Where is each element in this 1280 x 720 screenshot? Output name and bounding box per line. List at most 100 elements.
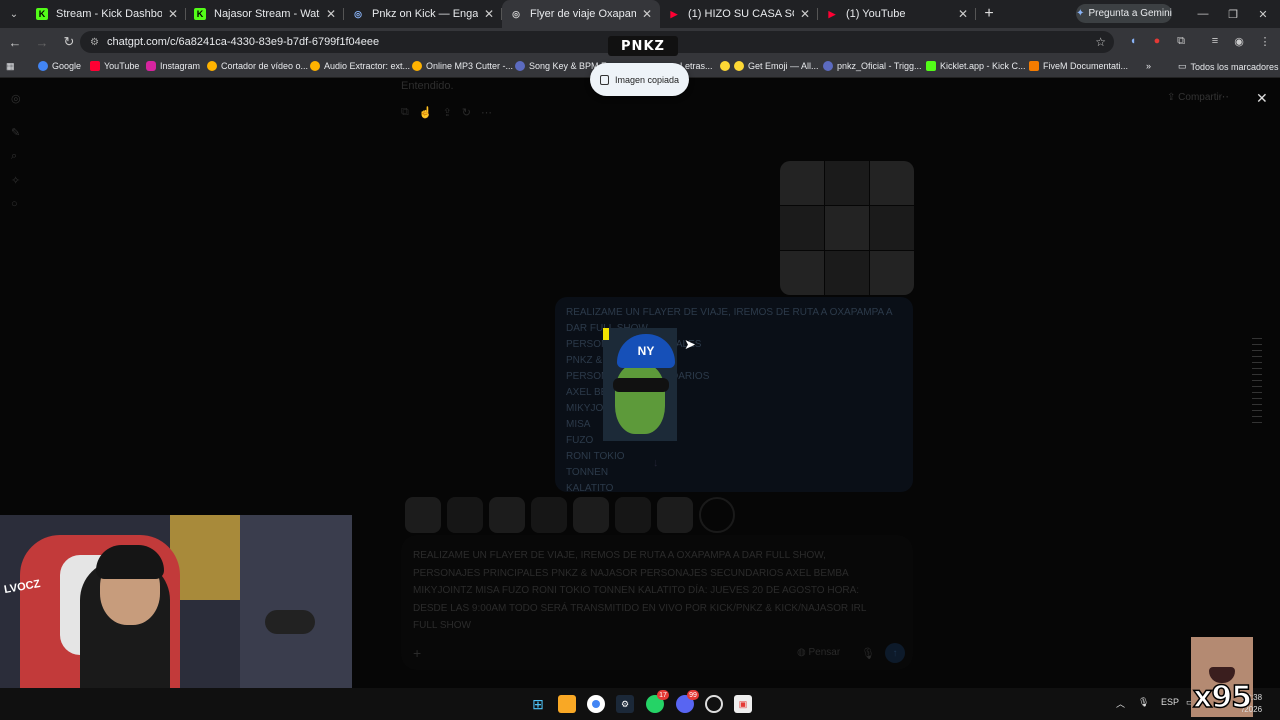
add-attachment-icon[interactable]: + — [413, 645, 421, 661]
composer-attachments — [405, 497, 735, 533]
photo-thumbnail — [870, 206, 914, 250]
scroll-down-icon[interactable]: ↓ — [653, 455, 659, 471]
tab-title: Pnkz on Kick — Engagement A — [372, 8, 478, 20]
tab-5[interactable]: ▶ (1) YouTube ✕ — [818, 0, 976, 28]
new-tab-button[interactable]: + — [976, 5, 1002, 23]
new-chat-icon[interactable]: ✎ — [11, 126, 23, 139]
regenerate-icon[interactable]: ↻ — [462, 106, 471, 119]
kicklet-icon — [926, 61, 936, 71]
bookmark-instagram[interactable]: Instagram — [146, 61, 200, 71]
tray-mic-icon[interactable]: 🎙 — [1138, 697, 1149, 708]
ask-gemini-button[interactable]: ✦ Pregunta a Gemini — [1076, 4, 1172, 23]
obs-icon[interactable] — [705, 695, 723, 713]
bookmark-fivem[interactable]: FiveM Documentati... — [1029, 61, 1128, 71]
site-info-icon[interactable]: ⚙ — [90, 37, 99, 48]
restore-button[interactable]: ❐ — [1218, 0, 1248, 28]
tab-2[interactable]: ◎ Pnkz on Kick — Engagement A ✕ — [344, 0, 502, 28]
minimize-button[interactable]: — — [1188, 0, 1218, 28]
close-tab-icon[interactable]: ✕ — [326, 7, 336, 21]
extension-icon[interactable]: ◖ — [1124, 32, 1142, 50]
steam-icon[interactable]: ⚙ — [616, 695, 634, 713]
attachment-thumbnail[interactable] — [657, 497, 693, 533]
circle-icon[interactable]: ○ — [11, 198, 23, 210]
bookmark-star-icon[interactable]: ☆ — [1095, 35, 1106, 49]
bookmark-pnkz-trigger[interactable]: pnkz_Oficial - Trigg... — [823, 61, 922, 71]
chat-composer[interactable]: REALIZAME UN FLAYER DE VIAJE, IREMOS DE … — [401, 535, 913, 670]
bookmark-google[interactable]: Google — [38, 61, 81, 71]
url-text: chatgpt.com/c/6a8241ca-4330-83e9-b7df-67… — [106, 36, 380, 48]
send-button[interactable]: ↑ — [885, 643, 905, 663]
bookmark-audio-extractor[interactable]: Audio Extractor: ext... — [310, 61, 410, 71]
composer-input[interactable]: REALIZAME UN FLAYER DE VIAJE, IREMOS DE … — [413, 547, 883, 635]
close-tab-icon[interactable]: ✕ — [800, 7, 810, 21]
attachment-thumbnail[interactable] — [447, 497, 483, 533]
dragged-image[interactable]: NY — [603, 328, 677, 441]
bookmark-kicklet[interactable]: Kicklet.app - Kick C... — [926, 61, 1026, 71]
attachment-thumbnail[interactable] — [615, 497, 651, 533]
photo-thumbnail — [780, 206, 824, 250]
bookmark-label: Cortador de vídeo o... — [221, 61, 309, 71]
attached-image-grid[interactable] — [780, 161, 914, 295]
reading-list-icon[interactable]: ≡ — [1206, 32, 1224, 50]
extension-record-icon[interactable]: ● — [1148, 32, 1166, 50]
reload-button[interactable]: ↻ — [57, 30, 81, 54]
message-line: KALATITO — [566, 483, 614, 492]
tab-title: Najasor Stream - Watch Live on — [214, 8, 320, 20]
file-explorer-icon[interactable] — [558, 695, 576, 713]
close-tab-icon[interactable]: ✕ — [168, 7, 178, 21]
back-button[interactable]: ← — [3, 30, 27, 54]
apps-grid-icon[interactable]: ▦ — [6, 61, 15, 72]
close-tab-icon[interactable]: ✕ — [642, 7, 652, 21]
pin-icon[interactable]: ✧ — [11, 174, 23, 187]
bookmark-favicon — [823, 61, 833, 71]
share-icon[interactable]: ⇪ — [443, 106, 452, 119]
close-tab-icon[interactable]: ✕ — [958, 7, 968, 21]
profile-avatar[interactable]: ◉ — [1230, 32, 1248, 50]
copy-icon[interactable]: ⧉ — [401, 106, 409, 119]
scroll-markers[interactable] — [1252, 338, 1262, 423]
bookmark-video-cutter[interactable]: Cortador de vídeo o... — [207, 61, 308, 71]
close-icon[interactable]: ✕ — [1256, 90, 1268, 107]
search-icon[interactable]: ⌕ — [11, 150, 23, 162]
tab-search-icon[interactable]: ⌄ — [0, 0, 28, 28]
loading-spinner — [699, 497, 735, 533]
browser-menu-icon[interactable]: ⋮ — [1256, 32, 1274, 50]
all-bookmarks-folder[interactable]: ▭ Todos los marcadores — [1178, 61, 1279, 72]
bookmarks-overflow-icon[interactable]: » — [1146, 61, 1151, 71]
address-bar[interactable]: ⚙ chatgpt.com/c/6a8241ca-4330-83e9-b7df-… — [80, 31, 1114, 53]
thumbs-icon[interactable]: ☝ — [419, 106, 433, 119]
photo-thumbnail — [870, 161, 914, 205]
tab-4[interactable]: ▶ (1) HIZO SU CASA SOBRE EL TÚ ✕ — [660, 0, 818, 28]
google-icon — [38, 61, 48, 71]
forward-button[interactable]: → — [30, 30, 54, 54]
share-button[interactable]: ⇪ Compartir — [1167, 92, 1222, 103]
bookmark-mp3-cutter[interactable]: Online MP3 Cutter -... — [412, 61, 513, 71]
language-indicator[interactable]: ESP — [1161, 697, 1179, 707]
start-icon[interactable]: ⊞ — [529, 695, 547, 713]
more-icon[interactable]: ⋯ — [481, 106, 492, 119]
microphone-icon[interactable]: 🎙 — [861, 647, 875, 660]
copy-toast: Imagen copiada — [590, 63, 689, 96]
message-line: RONI TOKIO — [566, 451, 625, 462]
more-options-icon[interactable]: ⋯ — [1218, 90, 1229, 103]
app-icon[interactable]: ▣ — [734, 695, 752, 713]
bookmark-favicon — [412, 61, 422, 71]
attachment-thumbnail[interactable] — [573, 497, 609, 533]
close-window-button[interactable]: ✕ — [1248, 0, 1278, 28]
attachment-thumbnail[interactable] — [489, 497, 525, 533]
think-button[interactable]: ◍ Pensar — [797, 647, 840, 658]
tray-chevron-icon[interactable]: ︿ — [1116, 697, 1125, 710]
chatgpt-logo-icon[interactable]: ◎ — [11, 92, 23, 105]
tab-0[interactable]: K Stream - Kick Dashboard ✕ — [28, 0, 186, 28]
tab-1[interactable]: K Najasor Stream - Watch Live on ✕ — [186, 0, 344, 28]
ny-cap: NY — [617, 334, 675, 368]
close-tab-icon[interactable]: ✕ — [484, 7, 494, 21]
extensions-puzzle-icon[interactable]: ⧉ — [1172, 32, 1190, 50]
chrome-icon[interactable] — [587, 695, 605, 713]
attachment-thumbnail[interactable] — [531, 497, 567, 533]
tab-3[interactable]: ◎ Flyer de viaje Oxapampa ✕ — [502, 0, 660, 28]
gemini-icon: ✦ — [1076, 8, 1085, 19]
bookmark-youtube[interactable]: YouTube — [90, 61, 139, 71]
attachment-thumbnail[interactable] — [405, 497, 441, 533]
bookmark-get-emoji[interactable]: Get Emoji — All... — [720, 61, 819, 71]
